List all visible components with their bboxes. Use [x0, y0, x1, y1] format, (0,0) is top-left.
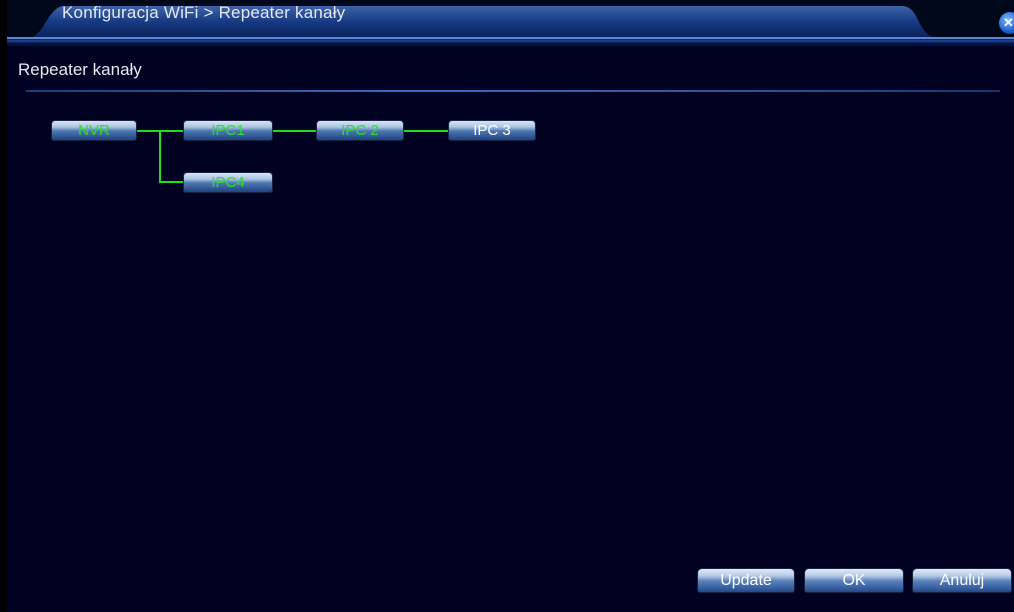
- repeater-dialog: Konfiguracja WiFi > Repeater kanały ✕ Re…: [0, 0, 1014, 612]
- topology-links: [137, 130, 448, 183]
- node-ipc3[interactable]: IPC 3: [448, 120, 536, 141]
- node-nvr[interactable]: NVR: [51, 120, 137, 141]
- node-ipc4[interactable]: IPC4: [183, 172, 273, 193]
- cancel-button[interactable]: Anuluj: [912, 568, 1012, 593]
- ok-button[interactable]: OK: [804, 568, 904, 593]
- node-ipc1[interactable]: IPC1: [183, 120, 273, 141]
- link-nvr-ipc4: [159, 131, 183, 183]
- update-button[interactable]: Update: [697, 568, 795, 593]
- node-ipc2[interactable]: IPC 2: [316, 120, 404, 141]
